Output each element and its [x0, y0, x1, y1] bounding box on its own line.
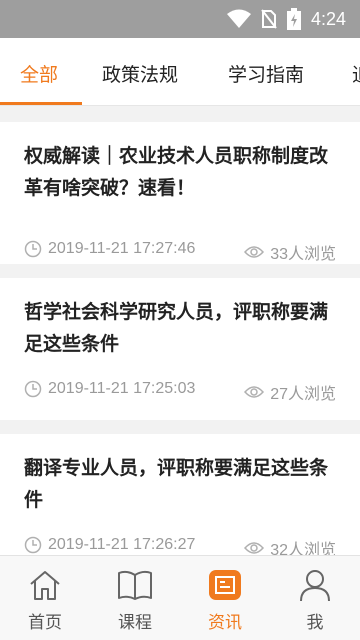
nav-home-label: 首页 — [28, 613, 62, 633]
tab-indicator — [0, 102, 82, 105]
article-title: 权威解读｜农业技术人员职称制度改革有啥突破？速看！ — [24, 145, 329, 199]
article-meta: 2019-11-21 17:26:27 32人浏览 — [24, 536, 336, 555]
nav-courses-label: 课程 — [118, 613, 152, 633]
nav-profile[interactable]: 我 — [270, 556, 360, 640]
status-bar: 4:24 — [0, 0, 360, 38]
status-time: 4:24 — [310, 8, 346, 29]
clock-icon — [24, 240, 42, 258]
article-views: 32人浏览 — [270, 542, 336, 555]
category-tabs: 全部 政策法规 学习指南 追 — [0, 38, 360, 106]
article-views: 27人浏览 — [270, 386, 336, 403]
status-icons: 4:24 — [226, 8, 346, 30]
no-sim-icon — [261, 9, 277, 29]
nav-news-label: 资讯 — [208, 613, 242, 633]
clock-icon — [24, 380, 42, 398]
article-meta: 2019-11-21 17:25:03 27人浏览 — [24, 380, 336, 403]
book-icon — [117, 568, 153, 602]
eye-icon — [244, 246, 265, 258]
nav-home[interactable]: 首页 — [0, 556, 90, 640]
clock-icon — [24, 536, 42, 554]
eye-icon — [244, 386, 265, 398]
wifi-icon — [226, 9, 251, 28]
home-icon — [27, 568, 63, 602]
bottom-nav: 首页 课程 资讯 我 — [0, 555, 360, 640]
article-meta: 2019-11-21 17:27:46 33人浏览 — [24, 240, 336, 263]
article-datetime: 2019-11-21 17:27:46 — [48, 240, 196, 257]
tab-all[interactable]: 全部 — [20, 60, 58, 87]
tab-policy[interactable]: 政策法规 — [102, 60, 178, 87]
article-views: 33人浏览 — [270, 246, 336, 263]
list-item[interactable]: 哲学社会科学研究人员，评职称要满足这些条件 2019-11-21 17:25:0… — [0, 278, 360, 420]
eye-icon — [244, 542, 265, 554]
nav-news[interactable]: 资讯 — [180, 556, 270, 640]
user-icon — [297, 568, 333, 602]
nav-profile-label: 我 — [306, 613, 324, 633]
article-list: 权威解读｜农业技术人员职称制度改革有啥突破？速看！ 2019-11-21 17:… — [0, 106, 360, 555]
nav-courses[interactable]: 课程 — [90, 556, 180, 640]
article-datetime: 2019-11-21 17:26:27 — [48, 536, 196, 553]
list-item[interactable]: 翻译专业人员，评职称要满足这些条件 2019-11-21 17:26:27 32… — [0, 434, 360, 555]
tab-study-guide[interactable]: 学习指南 — [228, 60, 304, 87]
news-icon — [207, 568, 243, 602]
article-datetime: 2019-11-21 17:25:03 — [48, 380, 196, 397]
article-title: 翻译专业人员，评职称要满足这些条件 — [24, 457, 329, 511]
list-item[interactable]: 权威解读｜农业技术人员职称制度改革有啥突破？速看！ 2019-11-21 17:… — [0, 122, 360, 264]
article-title: 哲学社会科学研究人员，评职称要满足这些条件 — [24, 301, 329, 355]
tab-next[interactable]: 追 — [352, 60, 360, 87]
battery-charging-icon — [286, 8, 301, 30]
